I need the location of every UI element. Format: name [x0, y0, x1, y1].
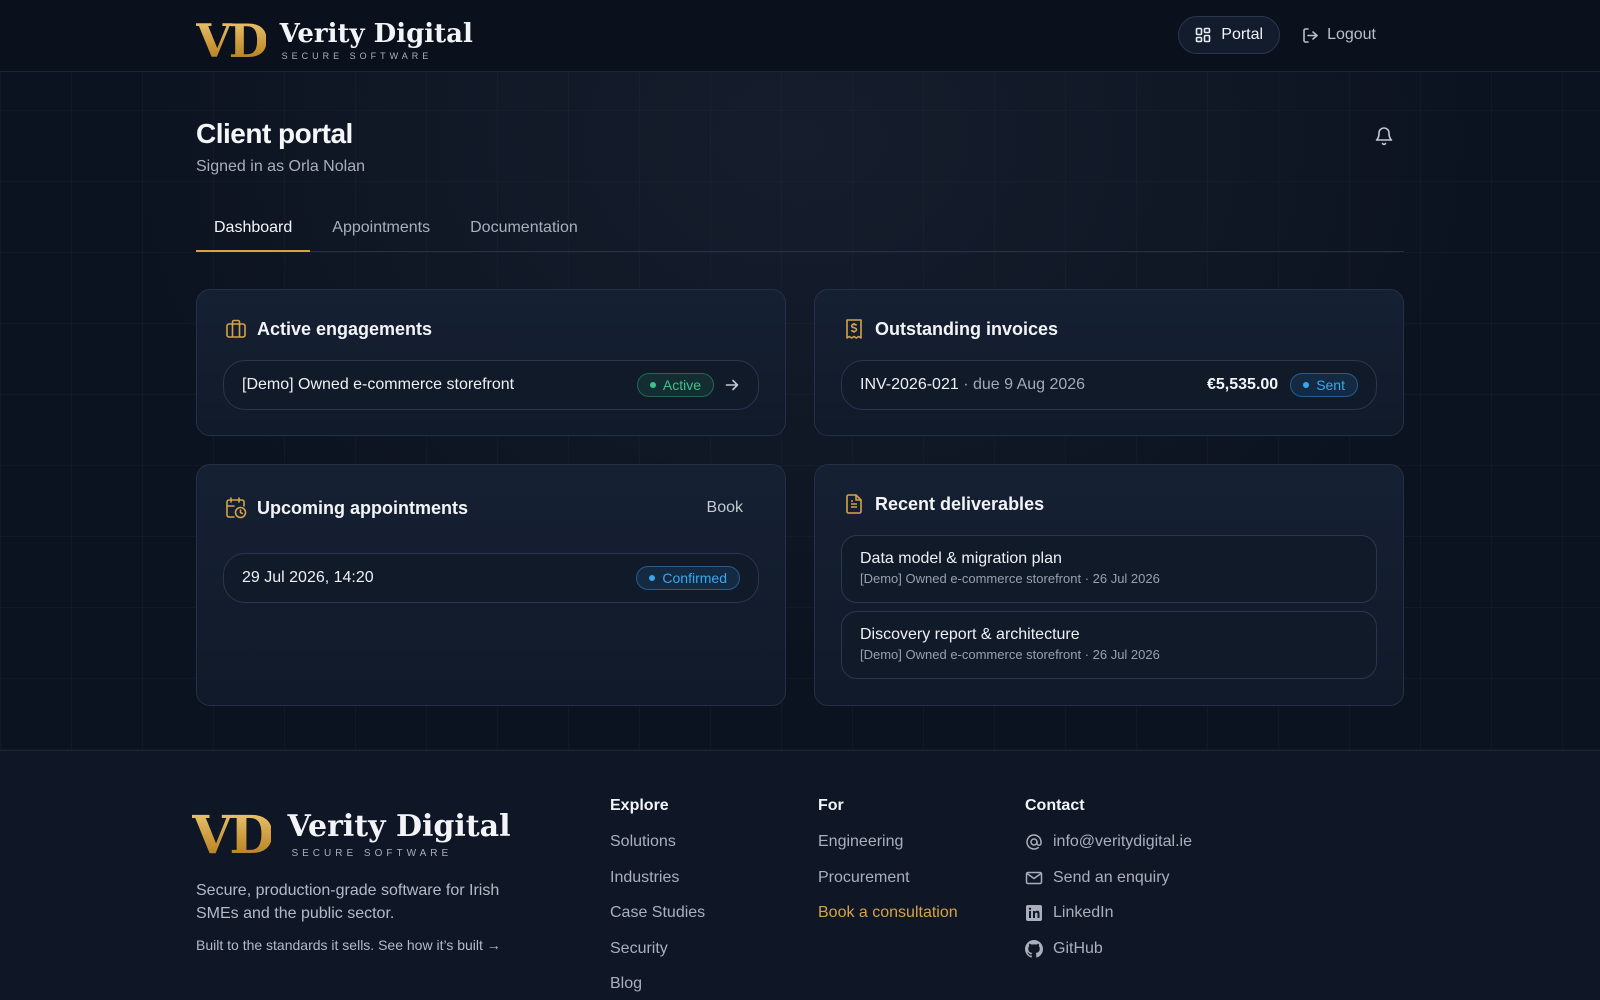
brand-tagline: SECURE SOFTWARE [291, 848, 453, 859]
calendar-clock-icon [226, 497, 247, 519]
footer-link-engineering[interactable]: Engineering [818, 833, 958, 869]
invoice-amount: €5,535.00 [1207, 376, 1279, 393]
engagement-row[interactable]: [Demo] Owned e-commerce storefront Activ… [223, 360, 759, 410]
site-footer: VD Verity Digital SECURE SOFTWARE Secure… [0, 750, 1600, 1000]
logout-button[interactable]: Logout [1302, 26, 1376, 44]
logout-icon [1303, 27, 1318, 43]
footer-logo[interactable]: VD Verity Digital SECURE SOFTWARE [192, 805, 510, 866]
column-heading: Contact [1025, 797, 1085, 814]
footer-link-industries[interactable]: Industries [610, 869, 705, 905]
footer-contact-linkedin[interactable]: LinkedIn [1025, 904, 1192, 940]
appointment-time: 29 Jul 2026, 14:20 [242, 569, 374, 586]
tab-documentation[interactable]: Documentation [452, 210, 596, 252]
deliverable-meta: [Demo] Owned e-commerce storefront · 26 … [860, 647, 1160, 662]
portal-label: Portal [1221, 26, 1264, 43]
status-badge: Active [636, 373, 714, 397]
deliverable-item[interactable]: Data model & migration plan [Demo] Owned… [841, 535, 1377, 603]
card-title: Active engagements [257, 318, 433, 339]
outstanding-invoices-card: Outstanding invoices INV-2026-021 · due … [814, 289, 1404, 436]
logout-label: Logout [1327, 26, 1376, 43]
brand-tagline: SECURE SOFTWARE [281, 51, 433, 61]
github-icon [1025, 939, 1043, 958]
invoice-number: INV-2026-021 [860, 376, 959, 393]
book-appointment-link[interactable]: Book [707, 499, 743, 517]
footer-contact-email[interactable]: info@veritydigital.ie [1025, 833, 1192, 869]
engagement-name: [Demo] Owned e-commerce storefront [242, 376, 515, 393]
status-badge: Sent [1290, 373, 1358, 397]
page-title: Client portal [196, 118, 353, 149]
site-header: VD Verity Digital SECURE SOFTWARE Portal… [0, 0, 1600, 72]
arrow-right-icon [725, 379, 739, 391]
linkedin-icon [1026, 905, 1042, 921]
portal-tabs: Dashboard Appointments Documentation [196, 210, 1404, 252]
active-engagements-card: Active engagements [Demo] Owned e-commer… [196, 289, 786, 436]
tab-appointments[interactable]: Appointments [314, 210, 448, 252]
footer-link-blog[interactable]: Blog [610, 975, 705, 1000]
notifications-button[interactable] [1374, 125, 1394, 152]
deliverable-meta: [Demo] Owned e-commerce storefront · 26 … [860, 571, 1160, 586]
built-link[interactable]: Built to the standards it sells. See how… [196, 937, 501, 953]
footer-contact-github[interactable]: GitHub [1025, 939, 1192, 976]
card-title: Outstanding invoices [875, 318, 1059, 339]
receipt-icon [846, 319, 862, 339]
at-icon [1026, 834, 1042, 850]
signed-in-text: Signed in as Orla Nolan [196, 158, 365, 175]
card-title: Upcoming appointments [257, 497, 468, 518]
footer-link-case-studies[interactable]: Case Studies [610, 904, 705, 940]
footer-link-solutions[interactable]: Solutions [610, 833, 705, 869]
portal-button[interactable]: Portal [1178, 16, 1281, 54]
document-icon [846, 494, 862, 514]
footer-contact-enquiry[interactable]: Send an enquiry [1025, 869, 1192, 905]
mail-icon [1025, 871, 1043, 884]
footer-explore-column: Explore Solutions Industries Case Studie… [610, 797, 705, 1000]
brand-name: Verity Digital [279, 19, 473, 49]
brand-mark: VD [192, 805, 274, 866]
brand-logo[interactable]: VD Verity Digital SECURE SOFTWARE [196, 14, 473, 68]
footer-for-column: For Engineering Procurement Book a consu… [818, 797, 958, 940]
footer-link-procurement[interactable]: Procurement [818, 869, 958, 905]
recent-deliverables-card: Recent deliverables Data model & migrati… [814, 464, 1404, 706]
footer-link-security[interactable]: Security [610, 940, 705, 976]
appointment-row[interactable]: 29 Jul 2026, 14:20 Confirmed [223, 553, 759, 603]
card-title: Recent deliverables [875, 493, 1045, 514]
briefcase-icon [226, 319, 246, 338]
upcoming-appointments-card: Upcoming appointments Book 29 Jul 2026, … [196, 464, 786, 706]
deliverable-title: Data model & migration plan [860, 550, 1062, 567]
bell-icon [1375, 127, 1393, 146]
column-heading: For [818, 797, 844, 814]
invoice-due: · due 9 Aug 2026 [963, 376, 1086, 393]
status-badge: Confirmed [636, 566, 740, 590]
brand-mark: VD [196, 14, 269, 68]
footer-link-book-consultation[interactable]: Book a consultation [818, 904, 958, 940]
tab-dashboard[interactable]: Dashboard [196, 210, 311, 252]
brand-name: Verity Digital [287, 809, 511, 844]
deliverable-title: Discovery report & architecture [860, 626, 1080, 643]
deliverable-item[interactable]: Discovery report & architecture [Demo] O… [841, 611, 1377, 679]
footer-contact-column: Contact info@veritydigital.ie Send an en… [1025, 797, 1192, 975]
invoice-row[interactable]: INV-2026-021 · due 9 Aug 2026 €5,535.00 … [841, 360, 1377, 410]
column-heading: Explore [610, 797, 669, 814]
footer-description: Secure, production-grade software for Ir… [196, 882, 500, 922]
grid-icon [1195, 27, 1211, 43]
